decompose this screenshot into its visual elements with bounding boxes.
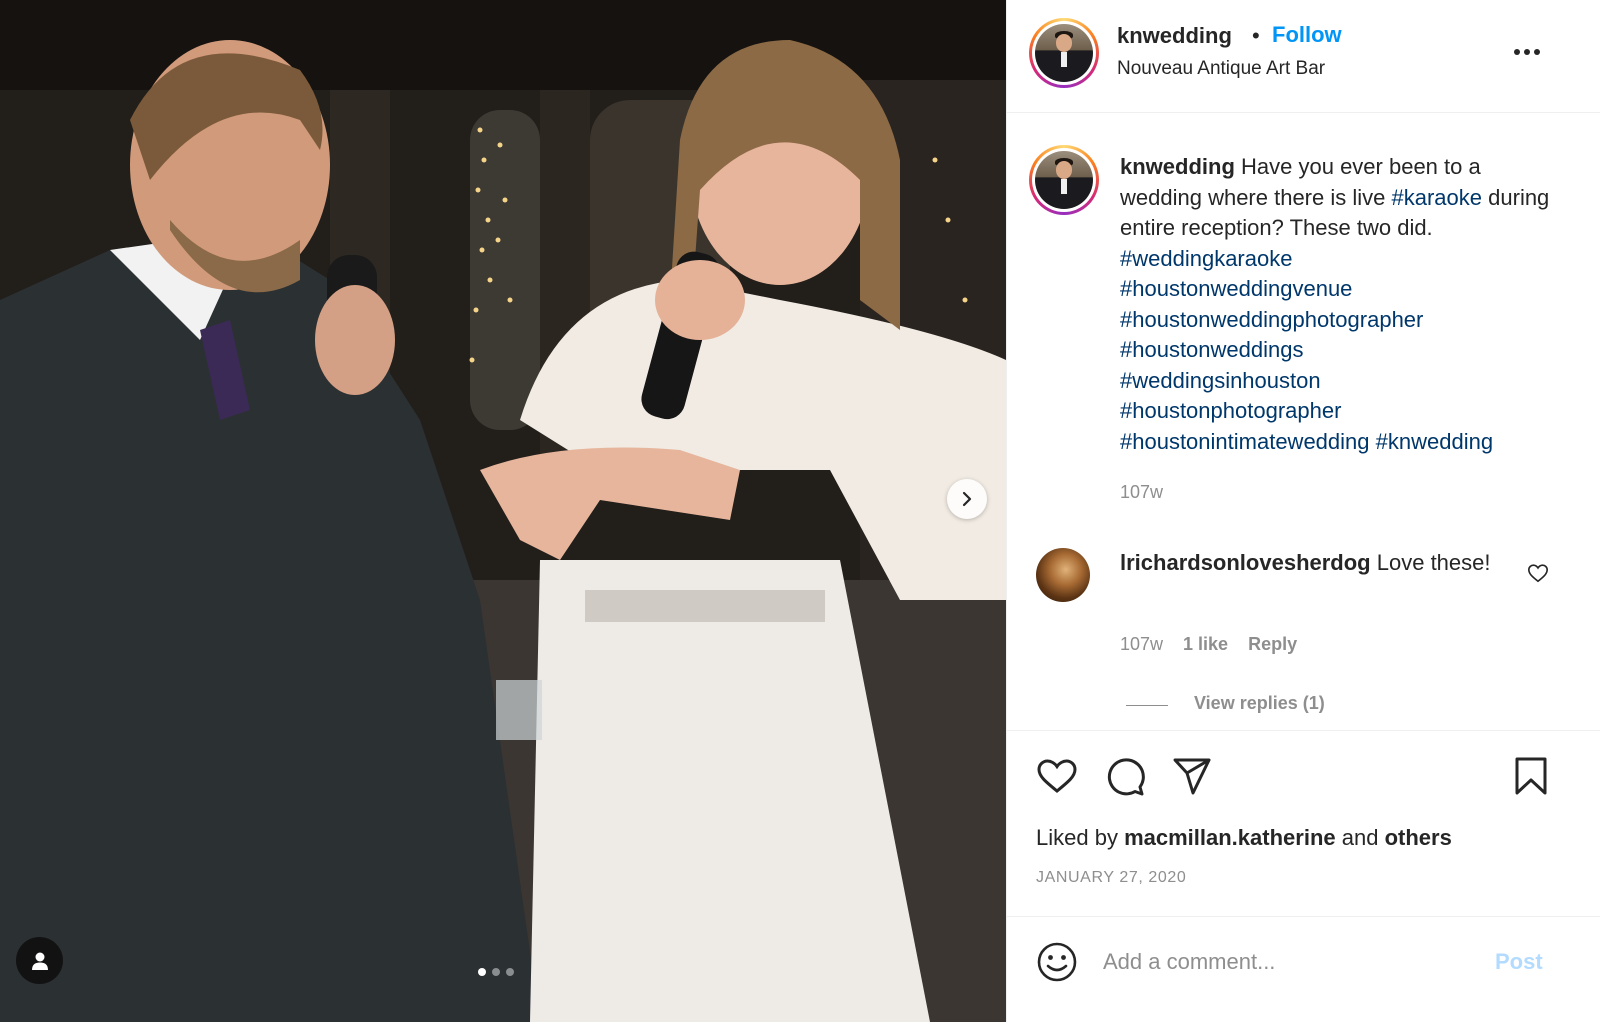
view-replies-button[interactable]: View replies (1) (1194, 693, 1325, 714)
bookmark-icon[interactable] (1510, 755, 1552, 797)
comment-meta: 107w 1 like Reply (1120, 634, 1297, 655)
more-options-icon[interactable] (1509, 38, 1545, 66)
tagged-users-button[interactable] (16, 937, 63, 984)
post-caption: knwedding Have you ever been to a weddin… (1120, 152, 1560, 457)
hashtag-link[interactable]: #knwedding (1376, 429, 1493, 454)
liked-by-summary: Liked by macmillan.katherine and others (1036, 825, 1452, 851)
separator-dot: • (1252, 23, 1260, 48)
replies-divider (1126, 705, 1168, 706)
user-icon (31, 952, 48, 970)
commenter-avatar[interactable] (1036, 548, 1090, 602)
post-detail-panel: knwedding • Follow Nouveau Antique Art B… (1006, 0, 1600, 1022)
commenter-username[interactable]: lrichardsonlovesherdog (1120, 550, 1371, 575)
post-photo[interactable] (0, 0, 1006, 1022)
liked-by-user[interactable]: macmillan.katherine (1124, 825, 1336, 850)
comment-input[interactable] (1103, 941, 1473, 983)
author-username[interactable]: knwedding (1117, 23, 1232, 49)
liked-by-prefix: Liked by (1036, 825, 1118, 850)
caption-author-avatar[interactable] (1029, 145, 1099, 215)
comment-body: lrichardsonlovesherdog Love these! (1120, 548, 1520, 579)
hashtag-link[interactable]: #karaoke (1392, 185, 1483, 210)
post-date[interactable]: JANUARY 27, 2020 (1036, 869, 1186, 887)
hashtag-link[interactable]: #weddingkaraoke (1120, 246, 1292, 271)
carousel-dot (506, 968, 514, 976)
comment-like-heart-icon[interactable] (1527, 562, 1549, 584)
liked-by-and: and (1341, 825, 1379, 850)
hashtag-link[interactable]: #weddingsinhouston (1120, 368, 1321, 393)
hashtag-link[interactable]: #houstonintimatewedding (1120, 429, 1370, 454)
reply-button[interactable]: Reply (1248, 634, 1297, 655)
caption-username[interactable]: knwedding (1120, 154, 1235, 179)
emoji-icon[interactable] (1036, 941, 1078, 983)
heart-icon[interactable] (1036, 755, 1078, 797)
follow-button[interactable]: Follow (1272, 22, 1342, 48)
share-icon[interactable] (1171, 755, 1213, 797)
comment-timestamp[interactable]: 107w (1120, 634, 1163, 655)
comment-text: Love these! (1376, 550, 1491, 575)
comment-likes[interactable]: 1 like (1183, 634, 1228, 655)
hashtag-link[interactable]: #houstonweddingvenue (1120, 276, 1352, 301)
carousel-dot (478, 968, 486, 976)
hashtag-link[interactable]: #houstonphotographer (1120, 398, 1341, 423)
liked-by-others[interactable]: others (1385, 825, 1452, 850)
carousel-indicator (478, 968, 514, 976)
carousel-next-button[interactable] (947, 479, 987, 519)
post-actions: Liked by macmillan.katherine and others … (1007, 730, 1600, 916)
hashtag-link[interactable]: #houstonweddingphotographer (1120, 307, 1423, 332)
add-comment-bar: Post (1007, 916, 1600, 1022)
chevron-right-icon (962, 491, 972, 507)
author-avatar[interactable] (1029, 18, 1099, 88)
carousel-dot (492, 968, 500, 976)
caption-timestamp[interactable]: 107w (1120, 482, 1163, 503)
post-comment-button[interactable]: Post (1495, 949, 1543, 975)
hashtag-link[interactable]: #houstonweddings (1120, 337, 1303, 362)
comment-icon[interactable] (1104, 755, 1146, 797)
photo-scene (0, 0, 1006, 1022)
post-header: knwedding • Follow Nouveau Antique Art B… (1007, 0, 1600, 113)
location-link[interactable]: Nouveau Antique Art Bar (1117, 58, 1325, 80)
